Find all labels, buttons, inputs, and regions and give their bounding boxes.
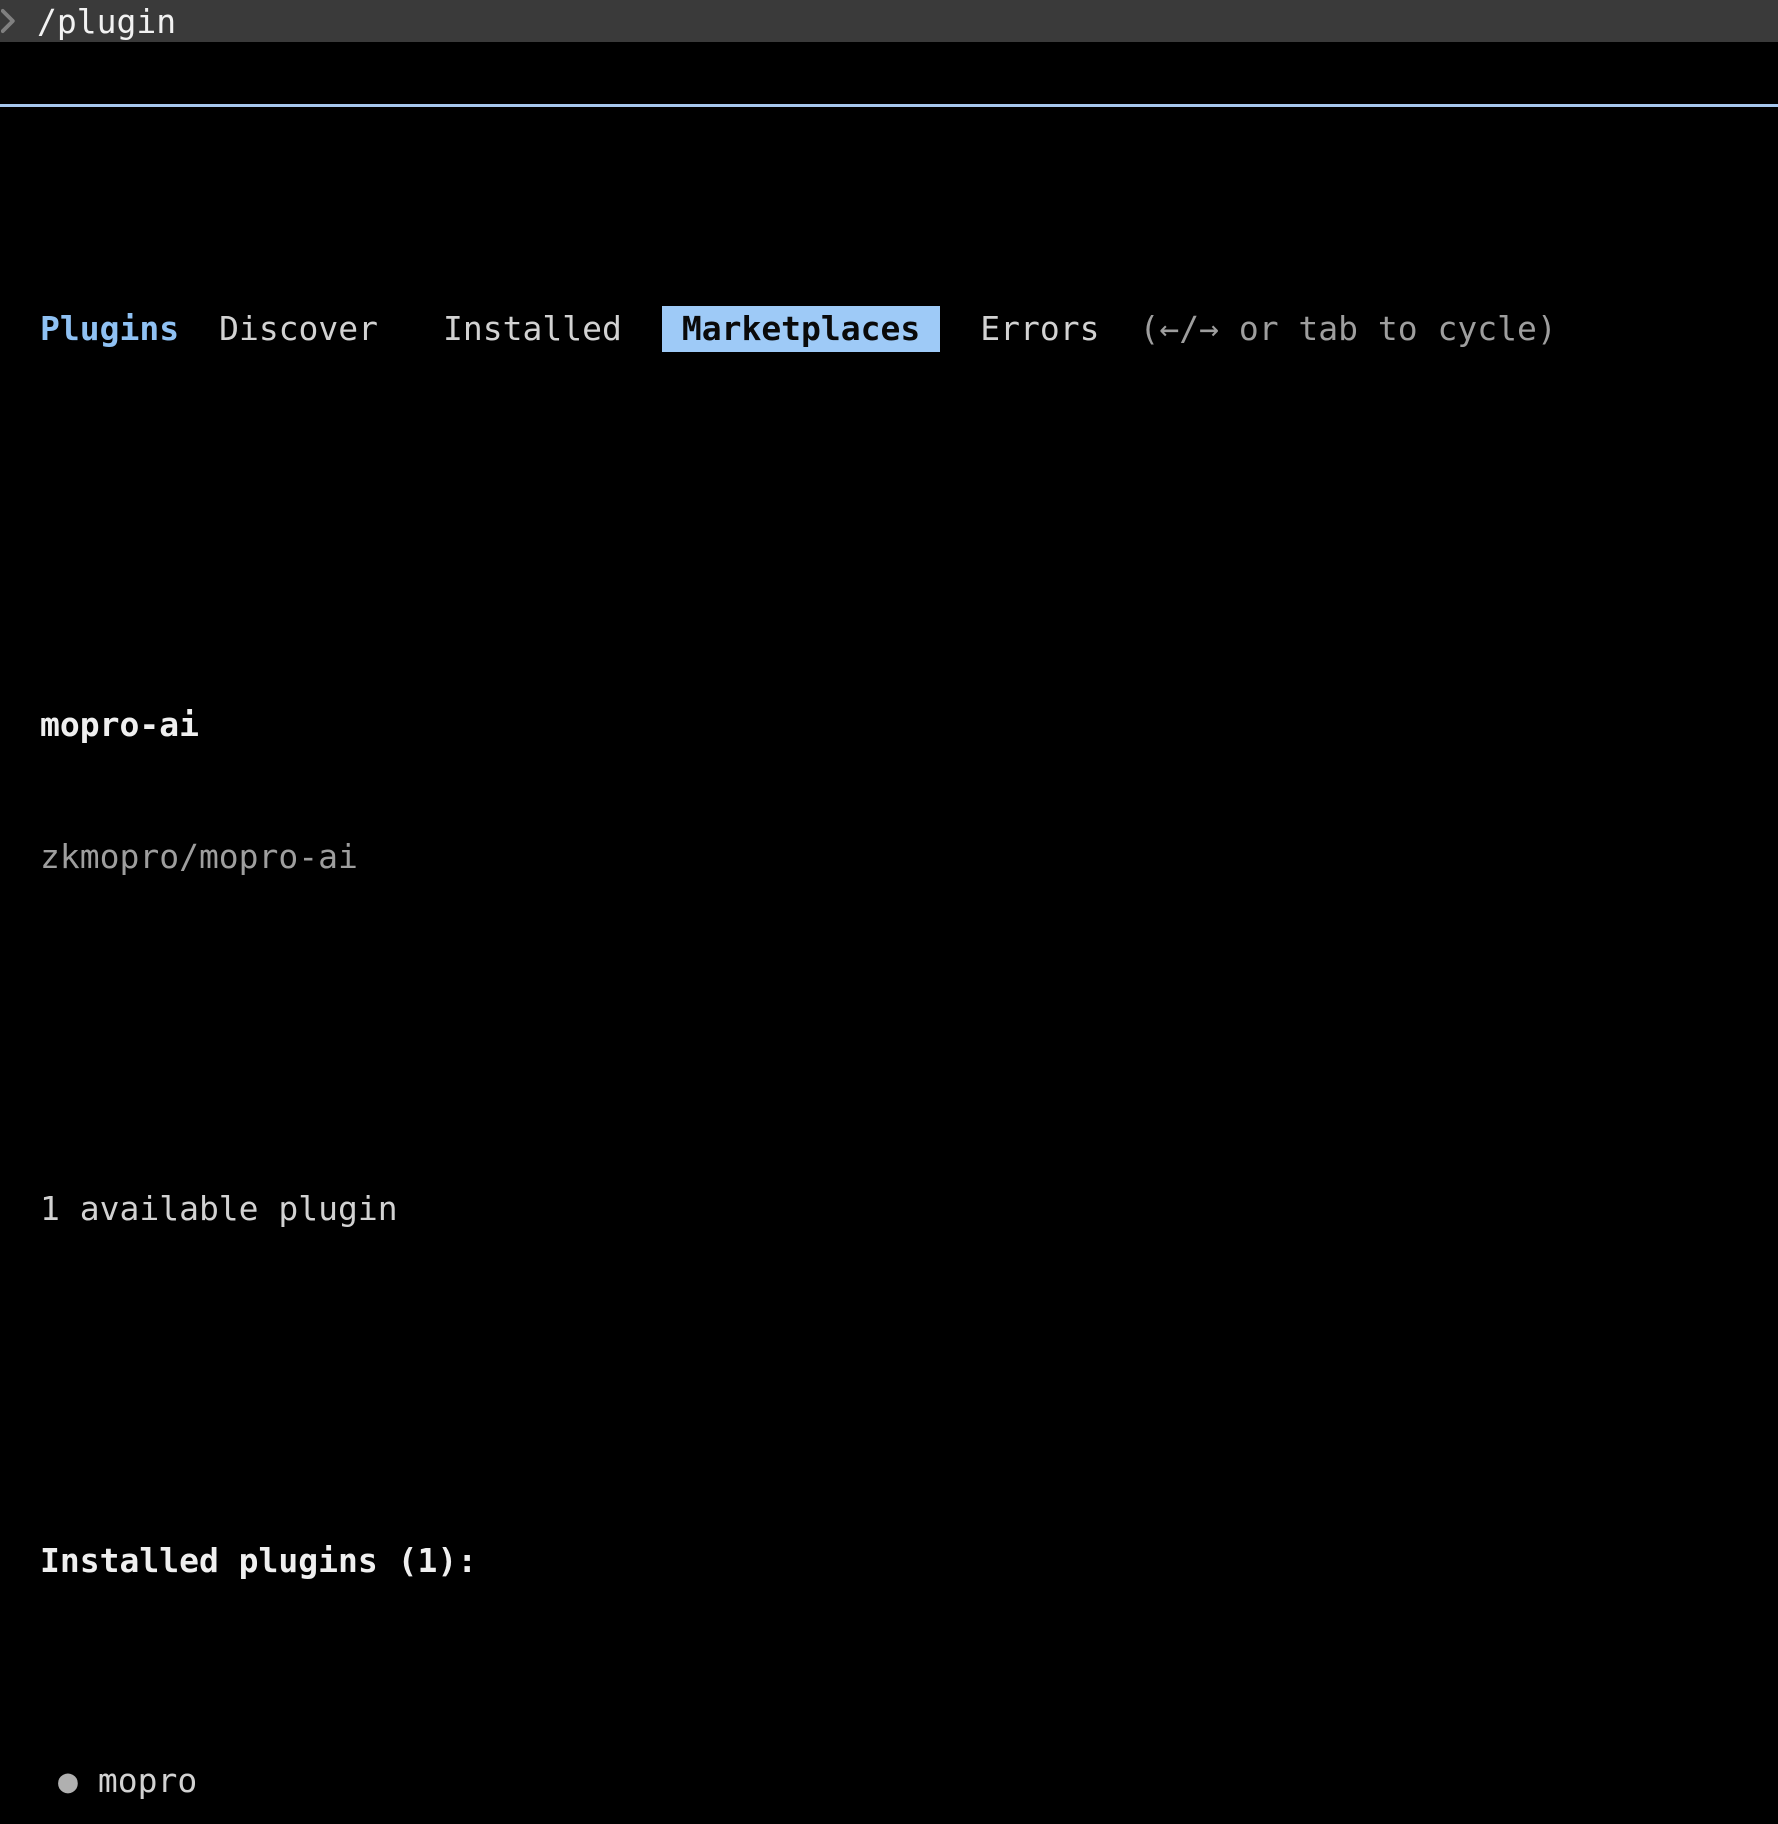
command-text: /plugin xyxy=(37,2,176,41)
tab-discover[interactable]: Discover xyxy=(219,307,378,351)
chevron-right-icon xyxy=(1,8,16,34)
panel-title: Plugins xyxy=(40,307,179,351)
tab-errors[interactable]: Errors xyxy=(980,307,1099,351)
marketplace-repo: zkmopro/mopro-ai xyxy=(40,835,1778,879)
installed-plugins-header: Installed plugins (1): xyxy=(40,1539,1778,1583)
plugin-panel: Plugins Discover Installed Marketplaces … xyxy=(40,131,1778,1824)
separator-line xyxy=(0,104,1778,107)
tab-marketplaces[interactable]: Marketplaces xyxy=(662,306,940,352)
installed-plugin-item: ● mopro xyxy=(40,1759,1778,1803)
tab-cycle-hint: (←/→ or tab to cycle) xyxy=(1139,307,1556,351)
marketplace-name: mopro-ai xyxy=(40,703,1778,747)
tabs-row: Plugins Discover Installed Marketplaces … xyxy=(40,307,1778,351)
bullet-icon: ● xyxy=(58,1759,78,1803)
command-input-bar[interactable]: /plugin xyxy=(0,0,1778,42)
available-plugins-count: 1 available plugin xyxy=(40,1187,1778,1231)
installed-plugin-name: mopro xyxy=(98,1759,197,1803)
tab-installed[interactable]: Installed xyxy=(443,307,622,351)
